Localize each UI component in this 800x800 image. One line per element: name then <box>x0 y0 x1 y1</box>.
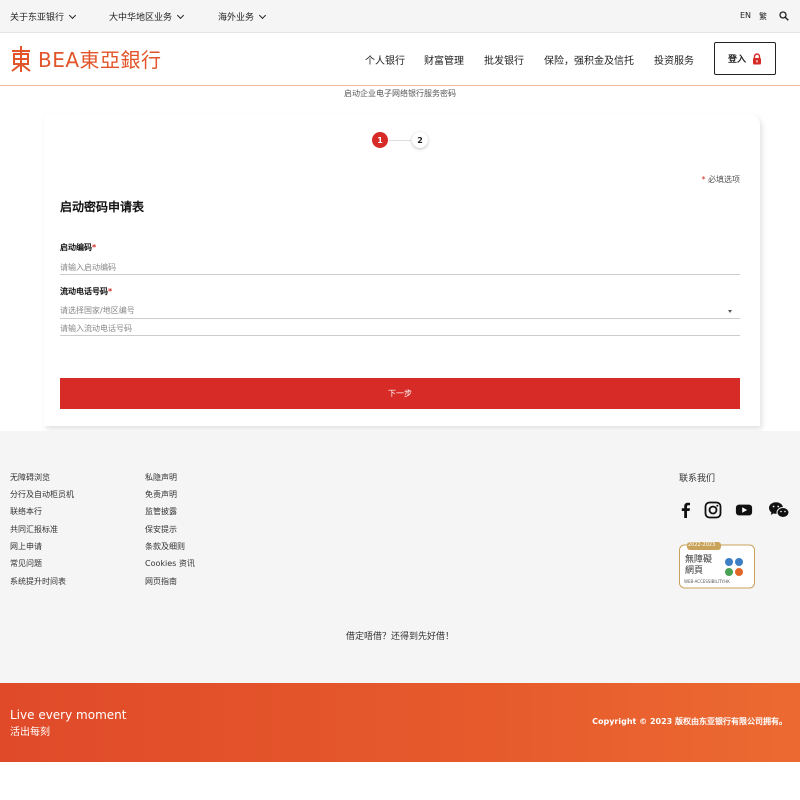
activation-form-card: 1 2 * 必填选项 启动密码申请表 启动编码* 流动电话号码* 请选择国家/地… <box>44 114 760 426</box>
youtube-icon[interactable] <box>735 501 753 519</box>
footer-link-privacy[interactable]: 私隐声明 <box>145 472 177 483</box>
lang-tc-link[interactable]: 繁 <box>759 11 767 22</box>
required-note-text: 必填选项 <box>708 175 740 184</box>
chevron-down-icon <box>68 11 77 19</box>
badge-title: 無障礙網頁 <box>685 555 713 576</box>
footer-link-faq[interactable]: 常见问题 <box>10 558 42 569</box>
greater-china-menu[interactable]: 大中华地区业务 <box>109 10 185 23</box>
step-connector <box>389 140 411 141</box>
footer-link-system-upgrade[interactable]: 系统提升时间表 <box>10 576 66 587</box>
search-icon[interactable] <box>779 11 789 21</box>
lock-icon <box>753 52 761 64</box>
overseas-menu[interactable]: 海外业务 <box>218 10 267 23</box>
facebook-icon[interactable] <box>677 501 695 519</box>
nav-wholesale-banking[interactable]: 批发银行 <box>484 52 524 67</box>
lang-en-link[interactable]: EN <box>740 11 751 20</box>
login-label: 登入 <box>727 55 746 65</box>
nav-investment-services[interactable]: 投资服务 <box>654 52 694 67</box>
badge-url: WEB-ACCESSIBILITY.HK <box>684 579 730 584</box>
footer-link-crs[interactable]: 共同汇报标准 <box>10 524 58 535</box>
instagram-icon[interactable] <box>704 501 722 519</box>
footer-link-accessibility[interactable]: 无障碍浏览 <box>10 472 50 483</box>
contact-us-title: 联系我们 <box>679 474 716 484</box>
mobile-number-input[interactable] <box>60 322 740 336</box>
overseas-label: 海外业务 <box>218 13 255 23</box>
badge-years: 2022-2023 <box>688 542 716 548</box>
footer-slogan: 借定唔借？还得到先好借！ <box>345 632 454 642</box>
footer-link-branches-atm[interactable]: 分行及自动柜员机 <box>10 489 74 500</box>
footer-link-regulatory[interactable]: 监管披露 <box>145 506 177 517</box>
required-fields-note: * 必填选项 <box>701 174 740 185</box>
activation-code-input[interactable] <box>60 261 740 275</box>
country-code-select[interactable]: 请选择国家/地区编号 <box>60 305 740 319</box>
chevron-down-icon <box>176 11 185 19</box>
country-code-placeholder: 请选择国家/地区编号 <box>60 306 135 315</box>
nav-personal-banking[interactable]: 个人银行 <box>365 52 405 67</box>
footer-link-online-application[interactable]: 网上申请 <box>10 541 42 552</box>
footer: 无障碍浏览 分行及自动柜员机 联络本行 共同汇报标准 网上申请 常见问题 系统提… <box>0 431 800 683</box>
web-accessibility-badge[interactable]: 2022-2023 無障礙網頁 WEB-ACCESSIBILITY.HK <box>679 541 755 589</box>
bea-logo-text: BEA東亞銀行 <box>38 48 162 72</box>
nav-wealth-management[interactable]: 财富管理 <box>424 52 464 67</box>
footer-link-cookies[interactable]: Cookies 资讯 <box>145 558 195 569</box>
step-indicator-2: 2 <box>412 132 428 148</box>
main-header: BEA東亞銀行 个人银行 财富管理 批发银行 保险，强积金及信托 投资服务 登入 <box>0 33 800 86</box>
bea-logo[interactable]: BEA東亞銀行 <box>10 44 162 73</box>
mobile-number-label: 流动电话号码* <box>60 286 112 297</box>
required-star: * <box>701 175 706 184</box>
greater-china-label: 大中华地区业务 <box>109 13 173 23</box>
bea-emblem-icon <box>11 45 31 72</box>
nav-insurance-mpf[interactable]: 保险，强积金及信托 <box>544 52 634 67</box>
footer-link-disclaimer[interactable]: 免责声明 <box>145 489 177 500</box>
about-bea-label: 关于东亚银行 <box>10 13 65 23</box>
required-star: * <box>92 243 97 252</box>
brand-bottom-bar: Live every moment 活出每刻 Copyright © 2023 … <box>0 683 800 762</box>
mobile-number-label-text: 流动电话号码 <box>60 287 108 296</box>
footer-link-security-tips[interactable]: 保安提示 <box>145 524 177 535</box>
required-star: * <box>108 287 113 296</box>
footer-link-terms[interactable]: 条款及细则 <box>145 541 185 552</box>
page-subtitle: 启动企业电子网络银行服务密码 <box>344 89 456 98</box>
next-step-button[interactable]: 下一步 <box>60 378 740 409</box>
login-button[interactable]: 登入 <box>714 42 776 75</box>
form-title: 启动密码申请表 <box>60 200 145 214</box>
activation-code-label-text: 启动编码 <box>60 243 92 252</box>
chevron-down-icon <box>258 11 267 19</box>
caret-down-icon <box>728 310 732 313</box>
tagline-english: Live every moment <box>10 708 127 722</box>
copyright-text: Copyright © 2023 版权由东亚银行有限公司拥有。 <box>592 717 787 726</box>
activation-code-label: 启动编码* <box>60 242 96 253</box>
footer-link-contact[interactable]: 联络本行 <box>10 506 42 517</box>
page-bottom-blank <box>0 762 800 800</box>
top-utility-bar: 关于东亚银行 大中华地区业务 海外业务 EN 繁 <box>0 0 800 33</box>
tagline-chinese: 活出每刻 <box>10 727 50 738</box>
wechat-icon[interactable] <box>768 501 790 519</box>
footer-link-site-guide[interactable]: 网页指南 <box>145 576 177 587</box>
about-bea-menu[interactable]: 关于东亚银行 <box>10 10 77 23</box>
step-indicator-1: 1 <box>372 132 388 148</box>
